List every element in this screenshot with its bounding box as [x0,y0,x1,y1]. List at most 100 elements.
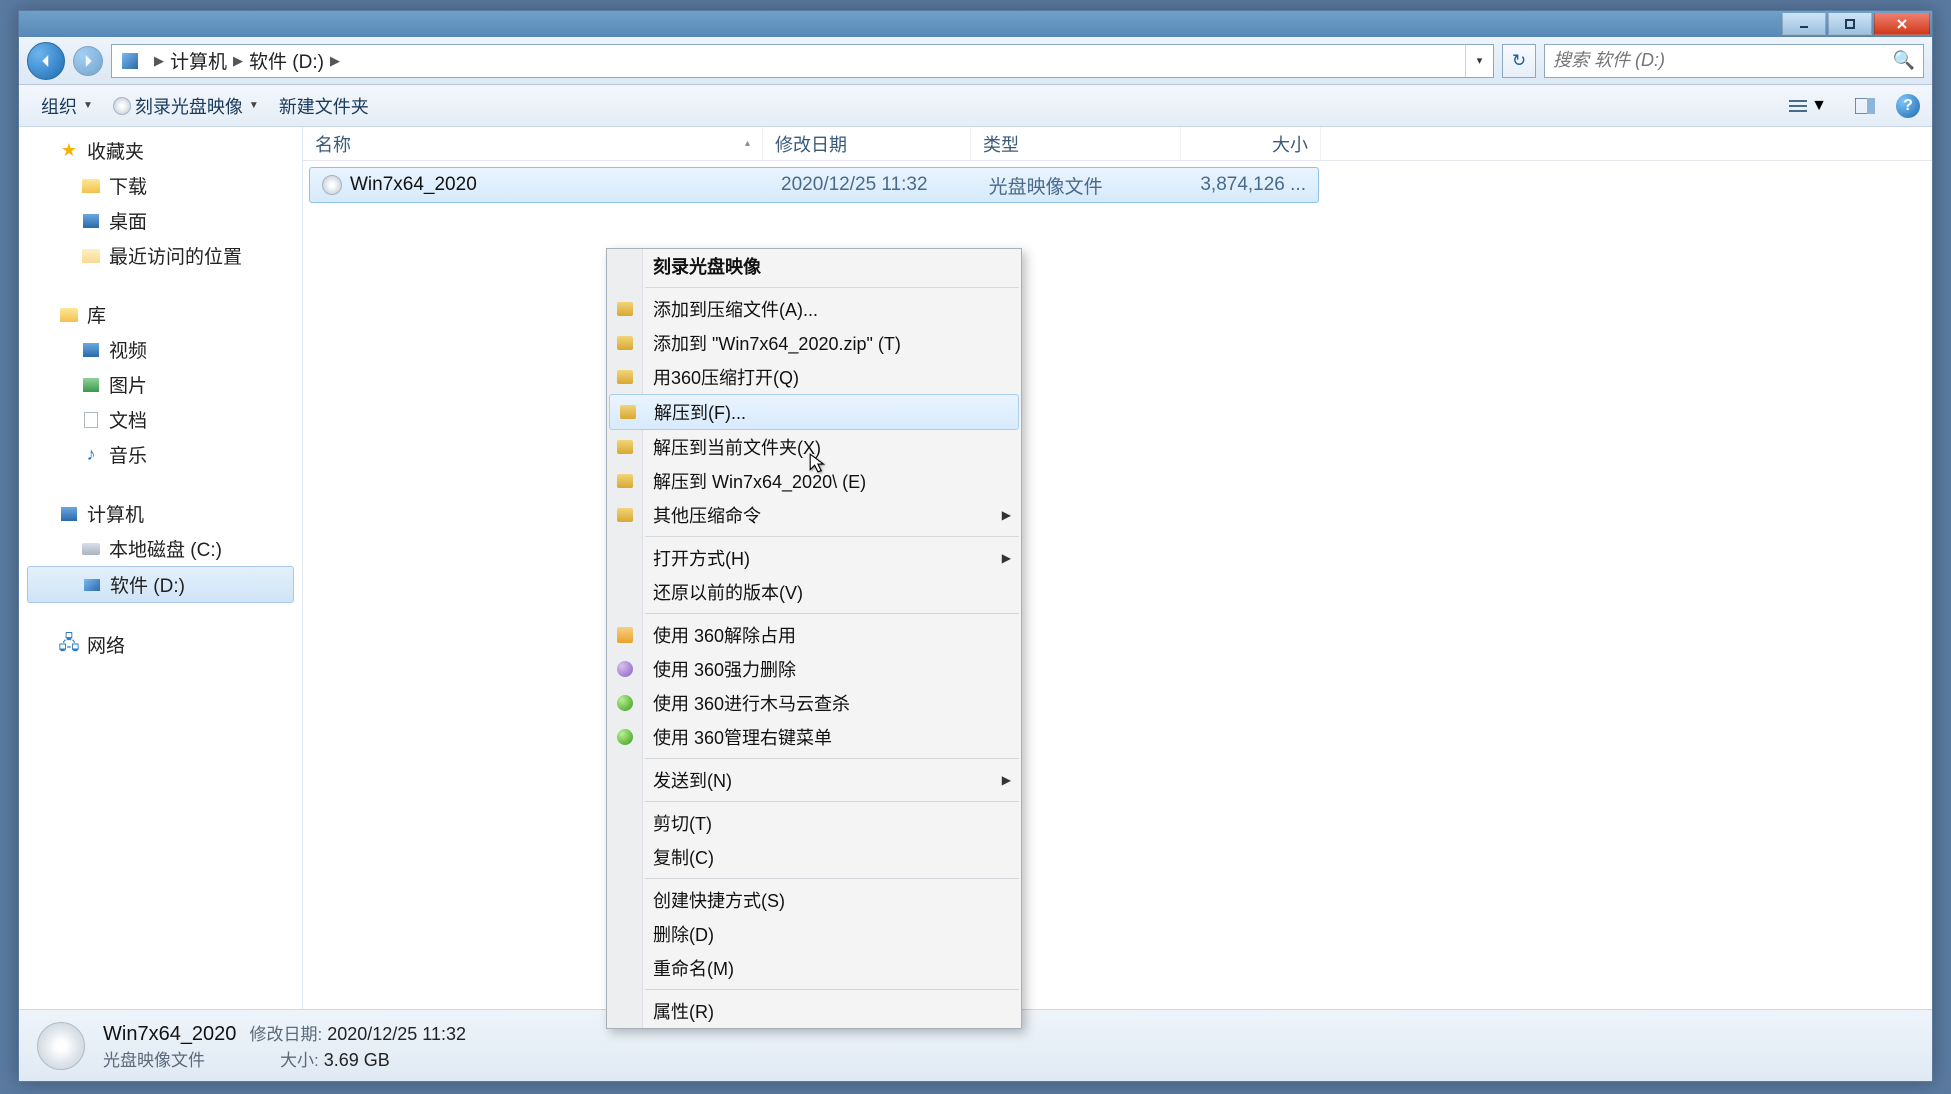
archive-icon [615,299,635,319]
document-icon [81,410,101,430]
ctx-burn-image[interactable]: 刻录光盘映像 [607,249,1021,283]
archive-icon [615,367,635,387]
details-title: Win7x64_2020 [103,1023,236,1045]
sidebar-drive-d[interactable]: 软件 (D:) [27,566,294,603]
command-bar: 组织▼ 刻录光盘映像▼ 新建文件夹 ▼ ? [19,85,1932,127]
chevron-right-icon: ▶ [154,53,164,69]
sidebar-favorites[interactable]: ★收藏夹 [19,133,302,168]
ctx-restore-previous[interactable]: 还原以前的版本(V) [607,575,1021,609]
sidebar-music[interactable]: ♪音乐 [19,437,302,472]
breadcrumb-current[interactable]: 软件 (D:) [249,47,324,74]
sidebar-documents[interactable]: 文档 [19,402,302,437]
sidebar-computer[interactable]: 计算机 [19,496,302,531]
sidebar-desktop[interactable]: 桌面 [19,203,302,238]
details-date-label: 修改日期: [249,1025,322,1044]
archive-icon [615,437,635,457]
close-button[interactable] [1874,13,1930,35]
sidebar-pictures[interactable]: 图片 [19,367,302,402]
view-options-button[interactable]: ▼ [1782,94,1834,118]
sort-indicator-icon: ▴ [745,138,750,149]
back-button[interactable] [27,42,65,80]
preview-pane-button[interactable] [1848,95,1882,117]
address-dropdown[interactable]: ▾ [1465,45,1493,77]
mouse-cursor-icon [808,452,830,479]
organize-button[interactable]: 组织▼ [31,89,103,123]
file-name: Win7x64_2020 [350,174,477,196]
ctx-properties[interactable]: 属性(R) [607,994,1021,1028]
sidebar-drive-c[interactable]: 本地磁盘 (C:) [19,531,302,566]
location-icon [118,49,142,73]
archive-icon [615,471,635,491]
col-size[interactable]: 大小 [1181,127,1321,160]
ctx-add-archive[interactable]: 添加到压缩文件(A)... [607,292,1021,326]
refresh-button[interactable]: ↻ [1502,44,1536,78]
column-headers: 名称▴ 修改日期 类型 大小 [303,127,1932,161]
details-date-value: 2020/12/25 11:32 [327,1024,466,1044]
chevron-right-icon: ▶ [233,53,243,69]
360-icon [615,625,635,645]
details-type: 光盘映像文件 [103,1051,205,1070]
address-bar[interactable]: ▶ 计算机 ▶ 软件 (D:) ▶ ▾ [111,44,1494,78]
network-icon: 🖧 [59,635,79,655]
ctx-cut[interactable]: 剪切(T) [607,806,1021,840]
col-name[interactable]: 名称▴ [303,127,763,160]
ctx-other-zip[interactable]: 其他压缩命令▶ [607,498,1021,532]
drive-icon [82,575,102,595]
archive-icon [615,333,635,353]
ctx-open-360zip[interactable]: 用360压缩打开(Q) [607,360,1021,394]
breadcrumb-root[interactable]: 计算机 [170,47,227,74]
submenu-arrow-icon: ▶ [1002,551,1011,565]
minimize-button[interactable] [1782,13,1826,35]
burn-image-button[interactable]: 刻录光盘映像▼ [103,89,269,123]
archive-icon [618,402,638,422]
new-folder-button[interactable]: 新建文件夹 [269,89,379,123]
col-type[interactable]: 类型 [971,127,1181,160]
help-button[interactable]: ? [1896,94,1920,118]
ctx-360-force-delete[interactable]: 使用 360强力删除 [607,652,1021,686]
ctx-extract-to[interactable]: 解压到(F)... [609,394,1019,430]
ctx-360-scan[interactable]: 使用 360进行木马云查杀 [607,686,1021,720]
sidebar-libraries[interactable]: 库 [19,297,302,332]
ctx-360-unlock[interactable]: 使用 360解除占用 [607,618,1021,652]
search-input[interactable] [1553,50,1893,71]
details-file-icon [37,1022,85,1070]
sidebar-network[interactable]: 🖧网络 [19,627,302,662]
ctx-open-with[interactable]: 打开方式(H)▶ [607,541,1021,575]
ctx-copy[interactable]: 复制(C) [607,840,1021,874]
col-date[interactable]: 修改日期 [763,127,971,160]
ctx-create-shortcut[interactable]: 创建快捷方式(S) [607,883,1021,917]
title-bar [19,11,1932,37]
search-icon: 🔍 [1893,50,1915,71]
folder-icon [81,176,101,196]
chevron-right-icon: ▶ [330,53,340,69]
drive-icon [81,539,101,559]
maximize-button[interactable] [1828,13,1872,35]
navigation-bar: ▶ 计算机 ▶ 软件 (D:) ▶ ▾ ↻ 🔍 [19,37,1932,85]
ctx-rename[interactable]: 重命名(M) [607,951,1021,985]
ctx-360-menu[interactable]: 使用 360管理右键菜单 [607,720,1021,754]
desktop-icon [81,211,101,231]
archive-icon [615,505,635,525]
disc-icon [113,97,131,115]
navigation-pane: ★收藏夹 下载 桌面 最近访问的位置 库 视频 图片 文档 ♪音乐 计算机 本地… [19,127,303,1009]
sidebar-recent[interactable]: 最近访问的位置 [19,238,302,273]
music-icon: ♪ [81,445,101,465]
ctx-send-to[interactable]: 发送到(N)▶ [607,763,1021,797]
iso-file-icon [322,175,342,195]
computer-icon [59,504,79,524]
context-menu: 刻录光盘映像 添加到压缩文件(A)... 添加到 "Win7x64_2020.z… [606,248,1022,1029]
sidebar-downloads[interactable]: 下载 [19,168,302,203]
ctx-delete[interactable]: 删除(D) [607,917,1021,951]
file-row[interactable]: Win7x64_2020 2020/12/25 11:32 光盘映像文件 3,8… [309,167,1319,203]
submenu-arrow-icon: ▶ [1002,508,1011,522]
file-date: 2020/12/25 11:32 [769,174,977,196]
ctx-add-zip[interactable]: 添加到 "Win7x64_2020.zip" (T) [607,326,1021,360]
file-list-pane: 名称▴ 修改日期 类型 大小 Win7x64_2020 2020/12/25 1… [303,127,1932,1009]
sidebar-videos[interactable]: 视频 [19,332,302,367]
search-box[interactable]: 🔍 [1544,44,1924,78]
star-icon: ★ [59,141,79,161]
forward-button[interactable] [73,46,103,76]
submenu-arrow-icon: ▶ [1002,773,1011,787]
picture-icon [81,375,101,395]
library-icon [59,305,79,325]
